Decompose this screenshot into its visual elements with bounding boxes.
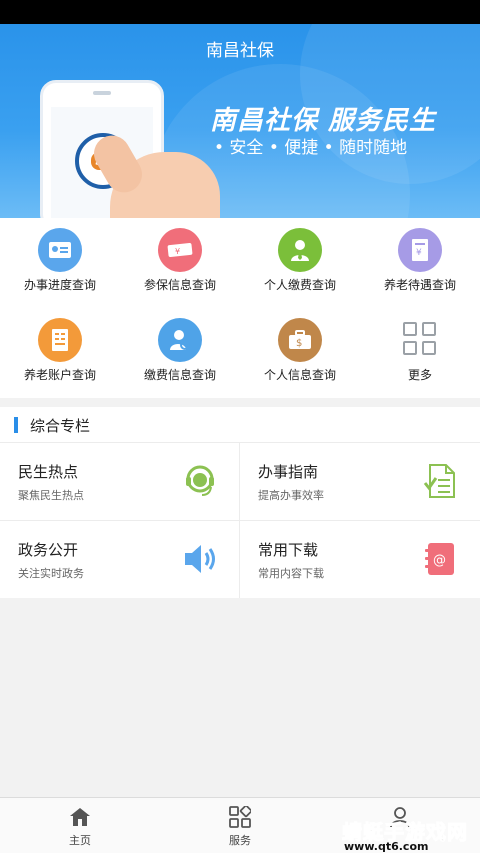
- banner[interactable]: 南昌社保 SI 南昌社保 服务民生 • 安全 • 便捷 • 随时随地: [0, 24, 480, 218]
- card-service-guide[interactable]: 办事指南 提高办事效率: [240, 443, 480, 521]
- section-title: 综合专栏: [30, 417, 91, 435]
- banner-slogan: 南昌社保 服务民生: [210, 106, 437, 136]
- home-icon: [69, 806, 91, 828]
- service-label: 个人信息查询: [263, 368, 336, 382]
- document-yen-icon: ¥: [398, 228, 442, 272]
- comprehensive-column: 综合专栏 民生热点 聚焦民生热点 办事指南 提高办事效率 政务公开 关注实时政务…: [0, 407, 480, 598]
- headset-icon: [182, 463, 218, 499]
- service-label: 参保信息查询: [143, 278, 216, 292]
- tab-label: 主页: [69, 834, 91, 847]
- svg-text:@: @: [433, 553, 446, 568]
- service-insurance-query[interactable]: ¥ 参保信息查询: [120, 218, 240, 308]
- service-progress-query[interactable]: 办事进度查询: [0, 218, 120, 308]
- services-grid-icon: [229, 804, 253, 828]
- id-card-icon: [38, 228, 82, 272]
- service-personal-info-query[interactable]: $ 个人信息查询: [240, 308, 360, 398]
- status-bar: [0, 0, 480, 24]
- watermark-url: www.qt6.com: [344, 840, 429, 853]
- card-livelihood-hotspots[interactable]: 民生热点 聚焦民生热点: [0, 443, 240, 521]
- service-pension-benefit-query[interactable]: ¥ 养老待遇查询: [360, 218, 480, 308]
- card-title: 常用下载: [258, 541, 319, 559]
- service-label: 缴费信息查询: [143, 368, 216, 382]
- person-tie-icon: [278, 228, 322, 272]
- card-title: 民生热点: [18, 463, 79, 481]
- address-book-icon: @: [422, 541, 458, 577]
- tab-home[interactable]: 主页: [0, 798, 160, 853]
- person-search-icon: [158, 318, 202, 362]
- service-label: 办事进度查询: [23, 278, 96, 292]
- service-grid: 办事进度查询 ¥ 参保信息查询 个人缴费查询 ¥ 养老待遇查询 养老账户查询 缴…: [0, 218, 480, 398]
- service-label: 养老账户查询: [23, 368, 96, 382]
- svg-text:$: $: [296, 338, 302, 349]
- service-more[interactable]: 更多: [360, 308, 480, 398]
- card-government-affairs[interactable]: 政务公开 关注实时政务: [0, 521, 240, 599]
- phone-speaker: [93, 91, 111, 95]
- grid-more-icon: [403, 322, 437, 356]
- service-label: 更多: [407, 368, 432, 382]
- card-subtitle: 聚焦民生热点: [18, 489, 84, 502]
- service-label: 个人缴费查询: [263, 278, 336, 292]
- card-subtitle: 提高办事效率: [258, 489, 324, 502]
- speaker-icon: [182, 541, 218, 577]
- card-divider-horizontal: [0, 520, 480, 521]
- tab-label: 服务: [229, 834, 251, 847]
- service-label: 养老待遇查询: [383, 278, 456, 292]
- card-common-downloads[interactable]: 常用下载 常用内容下载 @: [240, 521, 480, 599]
- section-header: 综合专栏: [0, 407, 480, 443]
- briefcase-dollar-icon: $: [278, 318, 322, 362]
- service-payment-query[interactable]: 个人缴费查询: [240, 218, 360, 308]
- service-payment-info-query[interactable]: 缴费信息查询: [120, 308, 240, 398]
- ticket-icon: ¥: [158, 228, 202, 272]
- watermark: 蜻蜓手游戏网 www.qt6.com: [338, 816, 478, 853]
- banner-features: • 安全 • 便捷 • 随时随地: [214, 138, 408, 158]
- ledger-icon: [38, 318, 82, 362]
- checklist-icon: [422, 463, 458, 499]
- svg-text:¥: ¥: [416, 248, 422, 258]
- tab-services[interactable]: 服务: [160, 798, 320, 853]
- card-title: 办事指南: [258, 463, 319, 481]
- card-title: 政务公开: [18, 541, 79, 559]
- card-subtitle: 常用内容下载: [258, 567, 324, 580]
- app-title: 南昌社保: [206, 41, 274, 61]
- service-pension-account-query[interactable]: 养老账户查询: [0, 308, 120, 398]
- section-accent-bar: [14, 417, 18, 433]
- card-subtitle: 关注实时政务: [18, 567, 84, 580]
- svg-text:¥: ¥: [175, 247, 180, 256]
